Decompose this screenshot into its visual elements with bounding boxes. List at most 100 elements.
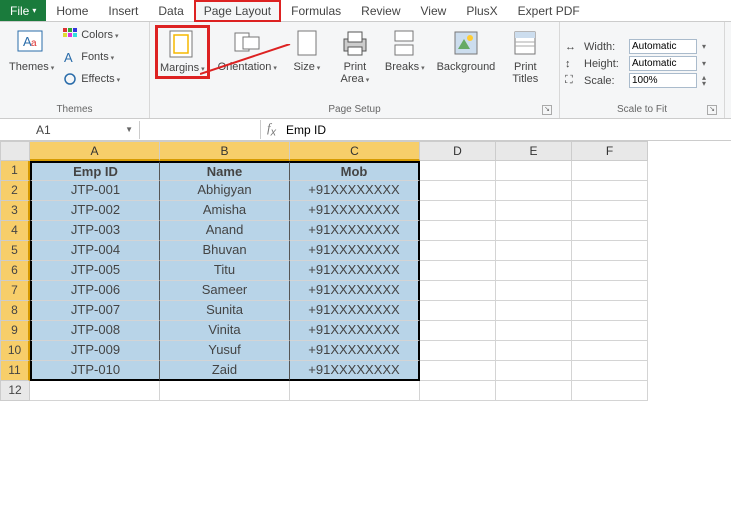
- row-header-5[interactable]: 5: [0, 241, 30, 261]
- print-area-button[interactable]: Print Area: [333, 25, 377, 89]
- row-header-8[interactable]: 8: [0, 301, 30, 321]
- row-header-11[interactable]: 11: [0, 361, 30, 381]
- cell-C4[interactable]: +91XXXXXXXX: [290, 221, 420, 241]
- cell-F4[interactable]: [572, 221, 648, 241]
- row-header-12[interactable]: 12: [0, 381, 30, 401]
- tab-home[interactable]: Home: [46, 0, 98, 21]
- cell-F10[interactable]: [572, 341, 648, 361]
- cell-B8[interactable]: Sunita: [160, 301, 290, 321]
- cell-A10[interactable]: JTP-009: [30, 341, 160, 361]
- cell-F11[interactable]: [572, 361, 648, 381]
- cell-D8[interactable]: [420, 301, 496, 321]
- print-titles-button[interactable]: Print Titles: [503, 25, 547, 87]
- colors-button[interactable]: Colors: [62, 25, 120, 45]
- cell-E10[interactable]: [496, 341, 572, 361]
- tab-formulas[interactable]: Formulas: [281, 0, 351, 21]
- cell-E6[interactable]: [496, 261, 572, 281]
- cell-B2[interactable]: Abhigyan: [160, 181, 290, 201]
- cell-C3[interactable]: +91XXXXXXXX: [290, 201, 420, 221]
- cell-D2[interactable]: [420, 181, 496, 201]
- page-setup-launcher[interactable]: ↘: [542, 105, 552, 115]
- tab-expert-pdf[interactable]: Expert PDF: [508, 0, 590, 21]
- cell-D11[interactable]: [420, 361, 496, 381]
- cell-C2[interactable]: +91XXXXXXXX: [290, 181, 420, 201]
- cell-F7[interactable]: [572, 281, 648, 301]
- size-button[interactable]: Size: [285, 25, 329, 77]
- row-header-2[interactable]: 2: [0, 181, 30, 201]
- tab-review[interactable]: Review: [351, 0, 410, 21]
- margins-button[interactable]: Margins: [155, 25, 210, 79]
- cell-F12[interactable]: [572, 381, 648, 401]
- tab-view[interactable]: View: [411, 0, 457, 21]
- width-dropdown-icon[interactable]: ▾: [702, 44, 712, 50]
- cell-E3[interactable]: [496, 201, 572, 221]
- height-dropdown-icon[interactable]: ▾: [702, 61, 712, 67]
- cell-E12[interactable]: [496, 381, 572, 401]
- breaks-button[interactable]: Breaks: [381, 25, 429, 77]
- cell-C8[interactable]: +91XXXXXXXX: [290, 301, 420, 321]
- row-header-7[interactable]: 7: [0, 281, 30, 301]
- name-box[interactable]: A1▼: [30, 121, 140, 139]
- cell-D7[interactable]: [420, 281, 496, 301]
- scale-input[interactable]: [629, 73, 697, 88]
- name-box-dropdown-icon[interactable]: ▼: [125, 125, 133, 134]
- select-all-triangle[interactable]: [0, 141, 30, 161]
- cell-E4[interactable]: [496, 221, 572, 241]
- file-tab[interactable]: File: [0, 0, 46, 21]
- orientation-button[interactable]: Orientation: [214, 25, 281, 77]
- cell-A9[interactable]: JTP-008: [30, 321, 160, 341]
- worksheet-grid[interactable]: ABCDEF 1Emp IDNameMob2JTP-001Abhigyan+91…: [0, 141, 731, 401]
- cell-E11[interactable]: [496, 361, 572, 381]
- tab-page-layout[interactable]: Page Layout: [194, 0, 281, 22]
- cell-A2[interactable]: JTP-001: [30, 181, 160, 201]
- cell-E9[interactable]: [496, 321, 572, 341]
- cell-B9[interactable]: Vinita: [160, 321, 290, 341]
- column-header-B[interactable]: B: [160, 141, 290, 161]
- row-header-10[interactable]: 10: [0, 341, 30, 361]
- cell-C12[interactable]: [290, 381, 420, 401]
- cell-D5[interactable]: [420, 241, 496, 261]
- cell-D12[interactable]: [420, 381, 496, 401]
- themes-button[interactable]: Aa Themes: [5, 25, 58, 77]
- column-header-E[interactable]: E: [496, 141, 572, 161]
- cell-B4[interactable]: Anand: [160, 221, 290, 241]
- cell-E8[interactable]: [496, 301, 572, 321]
- cell-A1[interactable]: Emp ID: [30, 161, 160, 181]
- cell-C9[interactable]: +91XXXXXXXX: [290, 321, 420, 341]
- cell-C7[interactable]: +91XXXXXXXX: [290, 281, 420, 301]
- cell-E7[interactable]: [496, 281, 572, 301]
- cell-C1[interactable]: Mob: [290, 161, 420, 181]
- cell-D1[interactable]: [420, 161, 496, 181]
- background-button[interactable]: Background: [433, 25, 500, 75]
- effects-button[interactable]: Effects: [62, 69, 120, 89]
- cell-D10[interactable]: [420, 341, 496, 361]
- cell-C10[interactable]: +91XXXXXXXX: [290, 341, 420, 361]
- column-header-F[interactable]: F: [572, 141, 648, 161]
- column-header-C[interactable]: C: [290, 141, 420, 161]
- cell-F9[interactable]: [572, 321, 648, 341]
- cell-A6[interactable]: JTP-005: [30, 261, 160, 281]
- cell-F8[interactable]: [572, 301, 648, 321]
- cell-B5[interactable]: Bhuvan: [160, 241, 290, 261]
- cell-A5[interactable]: JTP-004: [30, 241, 160, 261]
- cell-A3[interactable]: JTP-002: [30, 201, 160, 221]
- cell-C6[interactable]: +91XXXXXXXX: [290, 261, 420, 281]
- cell-A7[interactable]: JTP-006: [30, 281, 160, 301]
- cell-D3[interactable]: [420, 201, 496, 221]
- row-header-4[interactable]: 4: [0, 221, 30, 241]
- column-header-D[interactable]: D: [420, 141, 496, 161]
- cell-F6[interactable]: [572, 261, 648, 281]
- cell-C5[interactable]: +91XXXXXXXX: [290, 241, 420, 261]
- height-input[interactable]: [629, 56, 697, 71]
- cell-C11[interactable]: +91XXXXXXXX: [290, 361, 420, 381]
- cell-D6[interactable]: [420, 261, 496, 281]
- cell-E1[interactable]: [496, 161, 572, 181]
- cell-F2[interactable]: [572, 181, 648, 201]
- cell-F3[interactable]: [572, 201, 648, 221]
- row-header-9[interactable]: 9: [0, 321, 30, 341]
- row-header-1[interactable]: 1: [0, 161, 30, 181]
- cell-B12[interactable]: [160, 381, 290, 401]
- width-input[interactable]: [629, 39, 697, 54]
- formula-bar[interactable]: [282, 121, 731, 139]
- cell-B10[interactable]: Yusuf: [160, 341, 290, 361]
